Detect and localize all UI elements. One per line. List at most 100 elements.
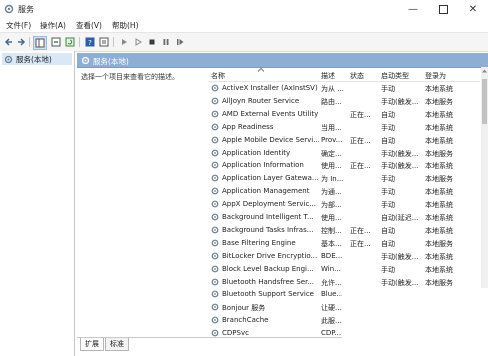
service-gear-icon [211, 329, 219, 337]
cell-name: AMD External Events Utility [222, 109, 319, 118]
help-button[interactable]: ? [84, 36, 96, 48]
cell-name: App Readiness [222, 122, 274, 131]
column-header-logon-as[interactable]: 登录为 [425, 71, 446, 81]
forward-button[interactable] [15, 36, 27, 48]
cell-startup-type: 自动 [381, 136, 395, 145]
table-row[interactable]: Base Filtering Engine 基本... 正在... 自动 本地服务 [208, 237, 480, 250]
table-row[interactable]: Apple Mobile Device Servi... Prov... 正在...… [208, 134, 480, 147]
menu-file[interactable]: 文件(F) [6, 20, 31, 31]
cell-description: 使用... [321, 214, 342, 222]
table-row[interactable]: Background Tasks Infras... 控制... 正在... 自动 本地… [208, 224, 480, 237]
export-list-icon [51, 37, 61, 47]
cell-logon-as: 本地系统 [425, 188, 453, 197]
close-button[interactable]: ✕ [458, 0, 488, 18]
cell-description: Prov... [321, 135, 343, 144]
show-tree-button[interactable] [33, 36, 47, 50]
cell-name: Application Identity [222, 148, 291, 157]
table-row[interactable]: Background Intelligent T... 使用... 自动(延迟...… [208, 211, 480, 224]
table-row[interactable]: AppX Deployment Servic... 为部... 手动 本地系统 [208, 198, 480, 211]
service-gear-icon [211, 123, 219, 131]
column-header-status[interactable]: 状态 [350, 71, 364, 81]
pane-header-title: 服务(本地) [93, 57, 129, 66]
cell-name: Background Intelligent T... [222, 213, 314, 221]
cell-description: 当用... [321, 123, 342, 132]
cell-startup-type: 自动 [381, 226, 395, 235]
cell-status: 正在... [350, 226, 371, 235]
restart-icon [177, 39, 184, 45]
table-row[interactable]: ActiveX Installer (AxInstSV) 为从 ... 手动 本地系统 [208, 82, 480, 95]
tree-item-services-local[interactable]: 服务(本地) [2, 53, 72, 65]
cell-logon-as: 本地系统 [425, 265, 453, 274]
play-outline-icon [135, 38, 142, 46]
service-gear-icon [211, 265, 219, 272]
cell-description: 为通... [321, 188, 342, 197]
start-service-button[interactable] [118, 36, 130, 48]
minimize-button[interactable]: — [398, 0, 428, 18]
tab-extended[interactable]: 扩展 [80, 338, 104, 351]
cell-logon-as: 本地服务 [425, 175, 453, 184]
services-icon [4, 55, 13, 63]
cell-startup-type: 手动(触发... [381, 149, 419, 158]
menu-action[interactable]: 操作(A) [40, 20, 66, 31]
table-row[interactable]: Application Identity 确定... 手动(触发... 本地服务 [208, 147, 480, 160]
pause-icon [163, 39, 169, 45]
table-row[interactable]: Block Level Backup Engi... Win... 手动 本地系统 [208, 263, 480, 276]
back-button[interactable] [3, 36, 15, 48]
table-row[interactable]: Application Management 为通... 手动 本地系统 [208, 185, 480, 198]
service-gear-icon [211, 136, 219, 143]
cell-startup-type: 手动(触发... [381, 278, 419, 287]
play-icon [122, 39, 127, 45]
menu-help[interactable]: 帮助(H) [112, 20, 139, 31]
cell-logon-as: 本地系统 [425, 252, 453, 261]
export-list-button[interactable] [50, 36, 62, 48]
table-row[interactable]: Application Layer Gatewa... 为 In... 手动 本地服务 [208, 172, 480, 185]
cell-name: Application Management [222, 187, 310, 196]
restart-service-button[interactable] [174, 36, 186, 48]
cell-name: Base Filtering Engine [222, 238, 296, 247]
stop-service-button[interactable] [146, 36, 158, 48]
service-gear-icon [211, 303, 219, 311]
cell-name: Bonjour 服务 [222, 304, 266, 313]
window-title: 服务 [18, 5, 34, 14]
title-bar: 服务 — ✕ [0, 0, 488, 18]
service-gear-icon [211, 187, 219, 195]
stop-icon [149, 39, 155, 45]
table-row[interactable]: AMD External Events Utility 正在... 自动 本地系统 [208, 108, 480, 121]
cell-startup-type: 手动 [381, 85, 395, 93]
cell-description: 使用... [321, 162, 342, 171]
menu-view[interactable]: 查看(V) [76, 20, 102, 31]
service-gear-icon [211, 149, 219, 156]
cell-name: CDPSvc [222, 329, 249, 337]
cell-name: AllJoyn Router Service [222, 96, 300, 105]
maximize-button[interactable] [428, 0, 458, 18]
table-row[interactable]: Bluetooth Handsfree Ser... 允许... 手动(触发... 本… [208, 276, 480, 289]
sort-ascending-icon [258, 68, 264, 72]
column-header-startup-type[interactable]: 启动类型 [381, 71, 409, 81]
tab-standard[interactable]: 标准 [105, 338, 129, 351]
scrollbar-thumb[interactable] [482, 79, 487, 124]
column-header-description[interactable]: 描述 [321, 71, 335, 81]
cell-logon-as: 本地服务 [425, 239, 453, 248]
cell-startup-type: 手动 [381, 265, 395, 274]
service-gear-icon [211, 97, 219, 105]
refresh-icon [65, 37, 75, 47]
service-gear-icon [211, 239, 219, 247]
cell-status: 正在... [350, 110, 371, 119]
pause-service-button[interactable] [160, 36, 172, 48]
table-row[interactable]: BitLocker Drive Encryptio... BDE... 手动(触发.… [208, 250, 480, 263]
table-row[interactable]: AllJoyn Router Service 路由... 手动(触发... 本地服务 [208, 95, 480, 108]
cell-description: 允许... [321, 278, 342, 287]
table-row[interactable]: Application Information 使用... 正在... 手动(触发..… [208, 159, 480, 172]
minimize-icon: — [408, 3, 418, 15]
service-gear-icon [211, 290, 219, 298]
cell-startup-type: 手动 [381, 201, 395, 210]
refresh-button[interactable] [64, 36, 76, 48]
cell-description: 为部... [321, 201, 342, 210]
properties-button[interactable] [98, 36, 110, 48]
column-header-name[interactable]: 名称 [211, 71, 225, 81]
cell-name: BranchCache [222, 316, 269, 325]
service-gear-icon [211, 84, 219, 92]
cell-startup-type: 手动 [381, 175, 395, 184]
table-row[interactable]: App Readiness 当用... 手动 本地系统 [208, 121, 480, 134]
start-service-alt-button[interactable] [132, 36, 144, 48]
